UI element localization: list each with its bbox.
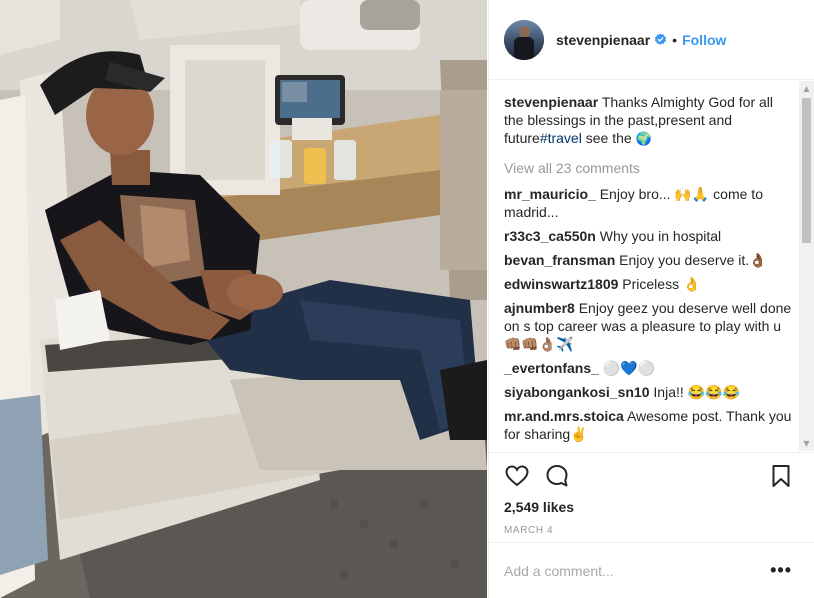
action-bar: 2,549 likes MARCH 4 [489,452,814,536]
comment-username[interactable]: mr.and.mrs.stoica [504,408,624,424]
comment-text: Priceless 👌 [622,276,701,292]
comment-username[interactable]: mr_mauricio_ [504,186,596,202]
caption-username[interactable]: stevenpienaar [504,94,598,110]
globe-emoji: 🌍 [635,132,652,147]
comment-item: bevan_fransman Enjoy you deserve it.👌🏾 [504,251,793,269]
post-sidebar: stevenpienaar • Follow stevenpienaar Tha… [488,0,814,598]
comments-scroll-area[interactable]: stevenpienaar Thanks Almighty God for al… [489,81,814,451]
comment-username[interactable]: evertonpeanut [504,450,600,451]
post-photo [0,0,487,598]
comment-item: edwinswartz1809 Priceless 👌 [504,275,793,293]
comment-item: evertonpeanut Love you peanuts xxx God [504,449,793,451]
add-comment-bar: ••• [489,542,814,598]
add-comment-input[interactable] [504,562,744,579]
separator-dot: • [672,31,678,48]
comment-username[interactable]: _evertonfans_ [504,360,599,376]
username-link[interactable]: stevenpienaar [556,32,650,48]
caption-tail: see the [581,130,636,146]
comment-item: _evertonfans_ ⚪💙⚪ [504,359,793,377]
scroll-up-arrow-icon[interactable]: ▲ [799,81,814,96]
comment-icon[interactable] [544,463,570,489]
comment-text: Love you peanuts xxx God [604,450,770,451]
comment-text: ⚪💙⚪ [602,360,656,376]
comment-item: ajnumber8 Enjoy geez you deserve well do… [504,299,793,353]
post-header: stevenpienaar • Follow [489,0,814,80]
heart-icon[interactable] [504,463,530,489]
comment-item: mr.and.mrs.stoica Awesome post. Thank yo… [504,407,793,443]
verified-badge-icon [655,33,667,45]
comment-text: Inja!! 😂😂😂 [653,384,740,400]
bookmark-icon[interactable] [768,463,794,489]
comment-text: Why you in hospital [599,228,722,244]
comment-item: mr_mauricio_ Enjoy bro... 🙌🙏 come to mad… [504,185,793,221]
view-all-comments-link[interactable]: View all 23 comments [504,159,793,177]
scrollbar-thumb[interactable] [802,98,811,243]
more-options-button[interactable]: ••• [770,560,792,581]
comment-username[interactable]: siyabongankosi_sn10 [504,384,650,400]
comment-username[interactable]: bevan_fransman [504,252,615,268]
likes-count[interactable]: 2,549 likes [504,499,800,515]
scrollbar[interactable]: ▲ ▼ [799,81,814,451]
follow-button[interactable]: Follow [682,32,726,48]
comment-item: r33c3_ca550n Why you in hospital [504,227,793,245]
comment-username[interactable]: r33c3_ca550n [504,228,596,244]
post-date: MARCH 4 [504,525,554,536]
post-image [0,0,487,598]
comment-text: Enjoy you deserve it.👌🏾 [619,252,767,268]
comment-item: siyabongankosi_sn10 Inja!! 😂😂😂 [504,383,793,401]
hashtag-link[interactable]: #travel [540,130,582,146]
comment-list: mr_mauricio_ Enjoy bro... 🙌🙏 come to mad… [504,185,793,451]
scroll-down-arrow-icon[interactable]: ▼ [799,436,814,451]
comment-username[interactable]: ajnumber8 [504,300,575,316]
comment-username[interactable]: edwinswartz1809 [504,276,618,292]
post-caption: stevenpienaar Thanks Almighty God for al… [504,93,793,149]
avatar[interactable] [504,19,544,60]
